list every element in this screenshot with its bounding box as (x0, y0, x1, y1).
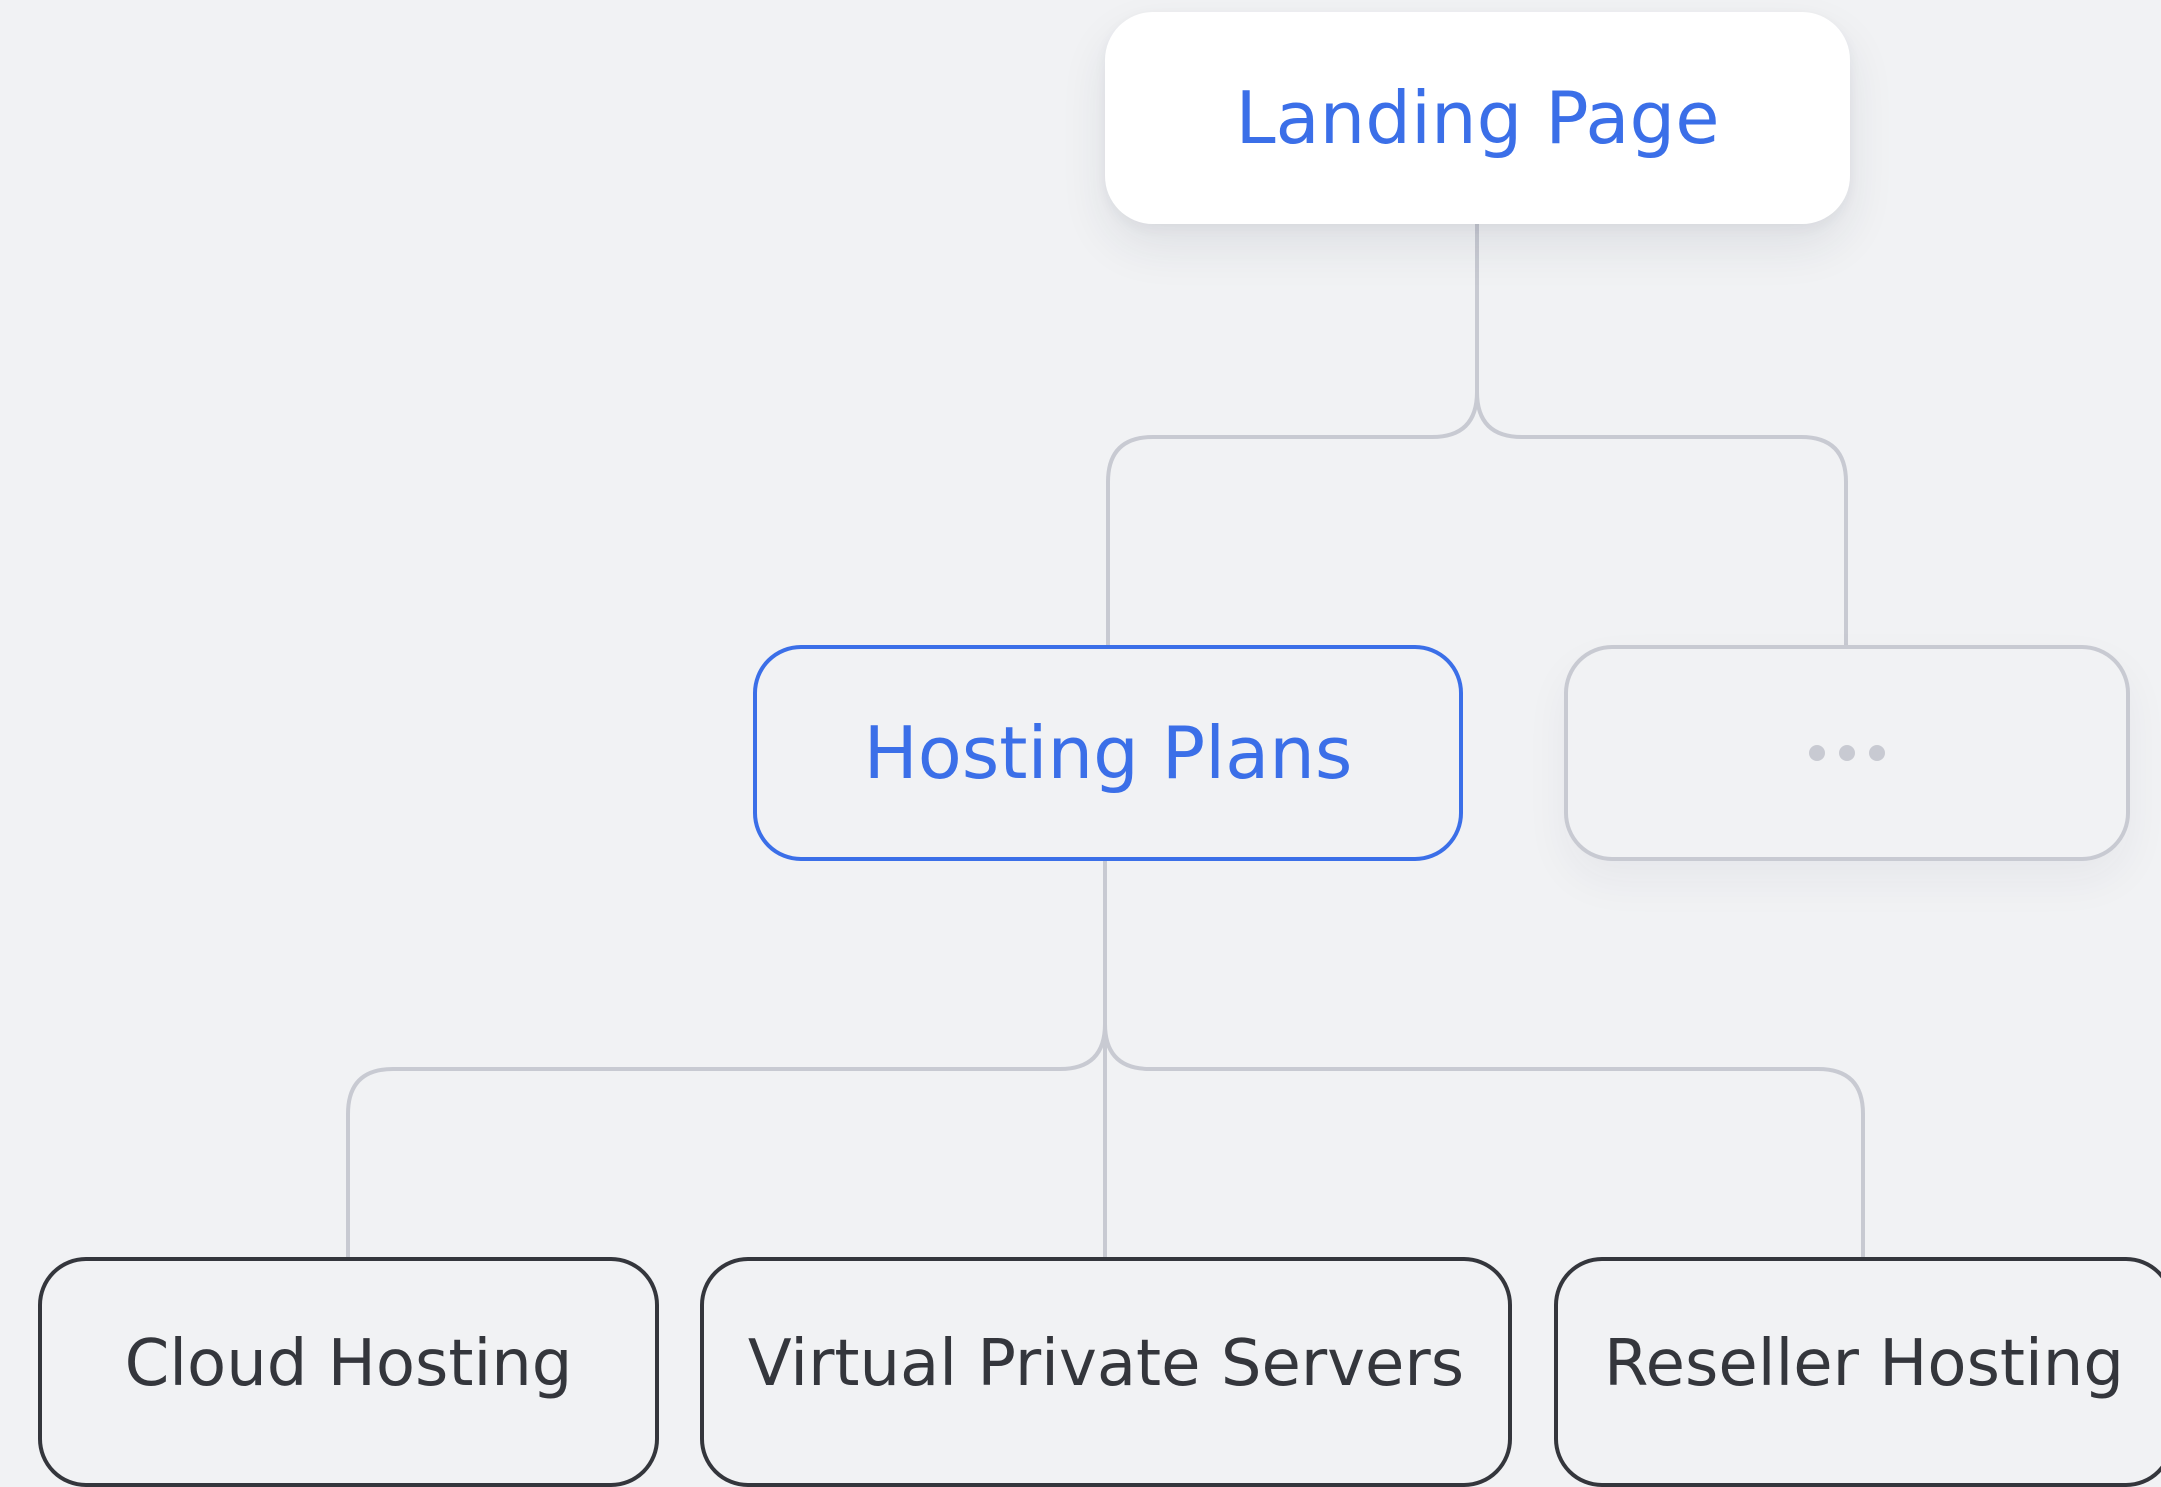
node-label: Hosting Plans (863, 711, 1353, 795)
connector-root-to-more (1475, 390, 1848, 647)
node-reseller-hosting[interactable]: Reseller Hosting (1554, 1257, 2161, 1487)
node-label: Cloud Hosting (124, 1327, 573, 1401)
connector-hosting-plans-to-reseller (1103, 1022, 1865, 1259)
node-more-placeholder[interactable] (1564, 645, 2130, 861)
connector-root-to-hosting-plans (1106, 390, 1479, 647)
sitemap-diagram: Landing Page Hosting Plans Cloud Hosting… (0, 0, 2161, 1487)
node-virtual-private-servers[interactable]: Virtual Private Servers (700, 1257, 1512, 1487)
node-hosting-plans[interactable]: Hosting Plans (753, 645, 1463, 861)
node-label: Virtual Private Servers (747, 1327, 1465, 1401)
connector-hosting-plans-to-cloud (346, 1022, 1107, 1259)
node-label: Landing Page (1235, 76, 1720, 160)
ellipsis-icon (1809, 745, 1885, 761)
node-label: Reseller Hosting (1604, 1327, 2124, 1401)
node-cloud-hosting[interactable]: Cloud Hosting (38, 1257, 659, 1487)
node-landing-page[interactable]: Landing Page (1105, 12, 1850, 224)
